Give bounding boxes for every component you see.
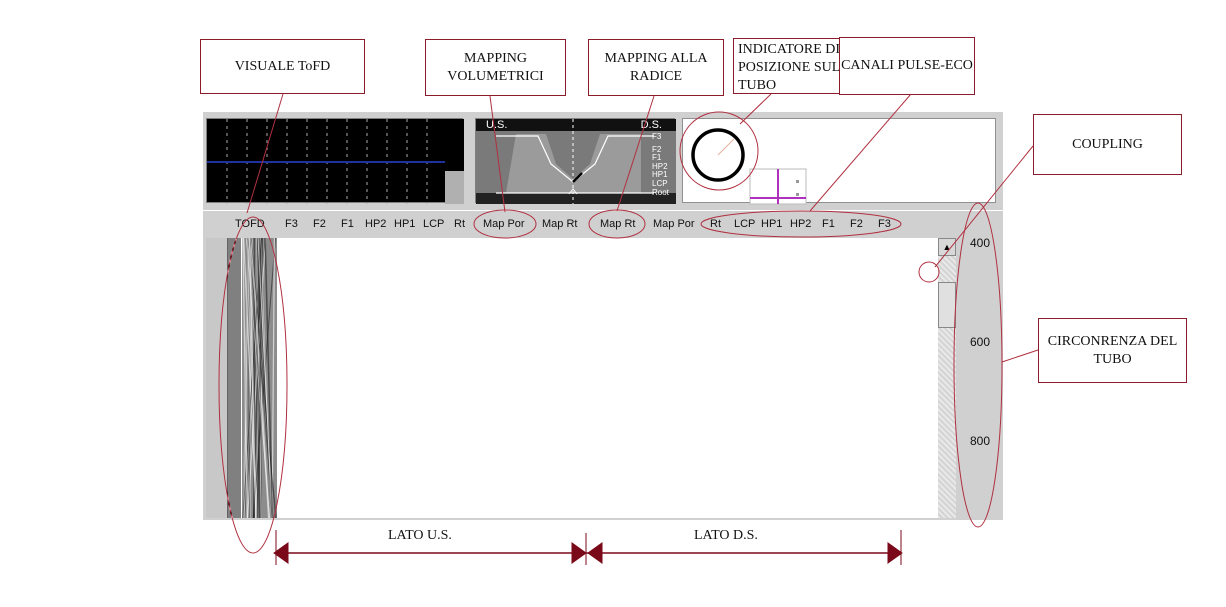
weld-profile [476,119,676,204]
side-arrows [273,530,903,565]
header-ds-lcp[interactable]: LCP [734,218,755,230]
callout-text: COUPLING [1072,136,1143,152]
callout-text: INDICATORE DI POSIZIONE SUL TUBO [738,42,841,93]
callout-text: MAPPING ALLA RADICE [604,50,708,84]
zone-label: Root [652,187,669,197]
header-us-hp2[interactable]: HP2 [365,218,386,230]
scale-label-400: 400 [970,236,991,250]
header-us-f3[interactable]: F3 [285,218,298,230]
callout-text: MAPPING VOLUMETRICI [447,50,544,84]
channel-header-row: TOFD F3 F2 F1 HP2 HP1 LCP Rt Map Por Map… [203,210,1003,237]
scroll-up-button[interactable]: ▲ [938,238,956,256]
callout-text: VISUALE ToFD [234,58,331,74]
pipe-position-indicator [682,118,996,205]
side-us-label: LATO U.S. [388,528,452,543]
header-us-f2[interactable]: F2 [313,218,326,230]
zone-labels: F3 F2 F1 HP2 HP1 LCP Root [652,132,669,197]
gain-level [445,171,464,204]
header-map-por-us[interactable]: Map Por [483,218,525,230]
header-tofd[interactable]: TOFD [235,218,265,230]
position-graphic [691,128,807,205]
header-ds-rt[interactable]: Rt [710,218,721,230]
weld-cross-section: U.S. D.S. F3 F2 F1 HP2 HP1 LCP Root [475,118,676,204]
callout-tofd-view: VISUALE ToFD [200,39,365,94]
strip-chart-area [206,237,956,519]
side-ds-label: LATO D.S. [694,528,758,543]
callout-root-mapping: MAPPING ALLA RADICE [588,39,724,96]
header-ds-hp1[interactable]: HP1 [761,218,782,230]
callout-pipe-circumference: CIRCONRENZA DEL TUBO [1038,318,1187,383]
ds-label: D.S. [640,119,662,131]
header-us-f1[interactable]: F1 [341,218,354,230]
header-us-rt[interactable]: Rt [454,218,465,230]
header-ds-f3[interactable]: F3 [878,218,891,230]
scale-ticks [956,238,1001,518]
circumference-scale: 400 600 800 [956,236,1001,518]
header-ds-f2[interactable]: F2 [850,218,863,230]
callout-position-indicator: INDICATORE DI POSIZIONE SUL TUBO [733,38,854,94]
zone-label: F3 [652,132,662,141]
callout-coupling: COUPLING [1033,114,1182,175]
us-label: U.S. [486,119,508,131]
header-ds-hp2[interactable]: HP2 [790,218,811,230]
callout-text: CIRCONRENZA DEL TUBO [1047,333,1178,367]
header-map-por-ds[interactable]: Map Por [653,218,695,230]
scroll-thumb[interactable] [938,282,956,328]
header-us-hp1[interactable]: HP1 [394,218,415,230]
scale-label-800: 800 [970,434,991,448]
position-needle [717,138,735,156]
callout-pulse-echo-channels: CANALI PULSE-ECO [839,37,975,95]
tofd-ascan-panel [206,118,464,204]
header-ds-f1[interactable]: F1 [822,218,835,230]
vertical-scrollbar[interactable]: ▲ [938,238,956,518]
header-us-lcp[interactable]: LCP [423,218,444,230]
header-map-rt-ds[interactable]: Map Rt [600,218,635,230]
strip-chart-svg [206,237,277,519]
callout-text: CANALI PULSE-ECO [841,58,973,73]
tofd-ascan-grid [207,119,464,204]
callout-volumetric-mapping: MAPPING VOLUMETRICI [425,39,566,96]
scale-label-600: 600 [970,335,991,349]
inspection-window: U.S. D.S. F3 F2 F1 HP2 HP1 LCP Root TOFD… [203,112,1003,520]
header-map-rt-us[interactable]: Map Rt [542,218,577,230]
